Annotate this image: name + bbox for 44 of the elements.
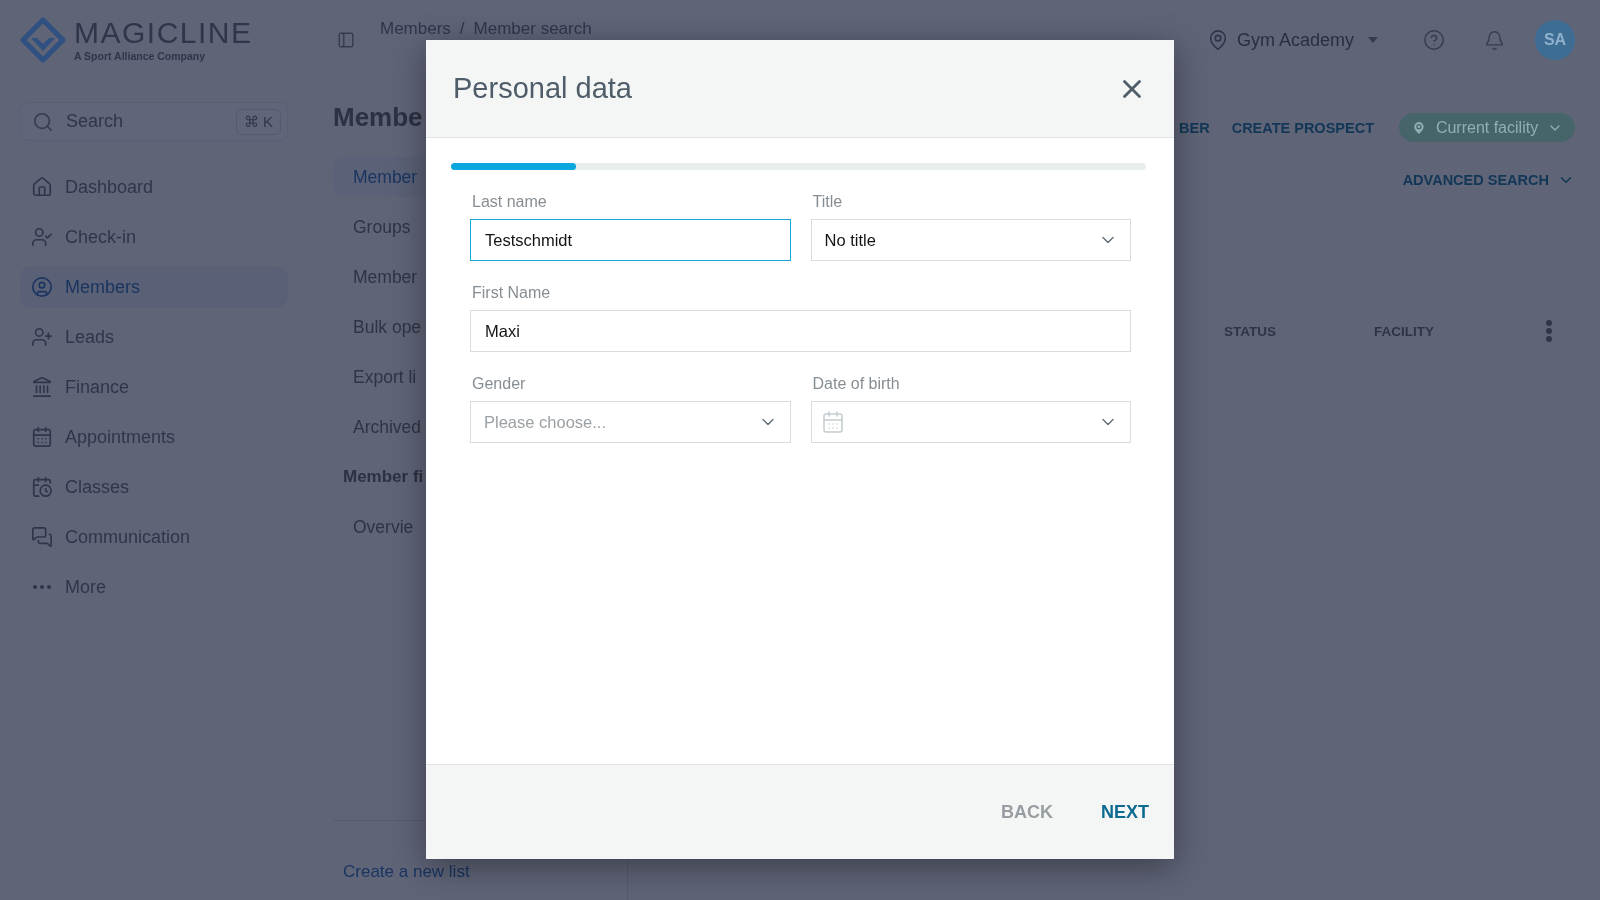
- user-check-icon: [31, 226, 53, 248]
- subnav-item[interactable]: Member: [333, 157, 426, 197]
- date-picker-field[interactable]: [810, 401, 1131, 443]
- field-label: Last name: [472, 192, 547, 212]
- chat-bubbles-icon: [31, 526, 53, 548]
- column-options-button[interactable]: [1546, 320, 1552, 342]
- help-button[interactable]: [1423, 29, 1445, 51]
- ellipsis-icon: [33, 585, 51, 589]
- user-circle-icon: [31, 276, 53, 298]
- field-label: Gender: [472, 374, 526, 394]
- advanced-search-toggle[interactable]: ADVANCED SEARCH: [1402, 171, 1575, 189]
- dialog-title: Personal data: [453, 72, 632, 105]
- calendar-icon: [820, 410, 845, 434]
- search-icon: [32, 110, 54, 133]
- sidebar-toggle-button[interactable]: [337, 31, 355, 49]
- toolbar-action-button[interactable]: BER: [1179, 119, 1210, 136]
- next-button[interactable]: NEXT: [1101, 801, 1149, 823]
- create-list-link[interactable]: Create a new list: [343, 862, 470, 882]
- home-icon: [31, 176, 53, 198]
- sidebar-toggle-icon: [337, 31, 355, 49]
- dropdown-select[interactable]: No title: [810, 219, 1131, 261]
- breadcrumb-separator: /: [459, 20, 465, 38]
- kebab-menu-icon: [1546, 320, 1552, 342]
- field-label: First Name: [472, 283, 551, 303]
- location-pin-icon: [1411, 119, 1427, 136]
- calendar-icon: [31, 426, 53, 448]
- facility-selector[interactable]: Gym Academy: [1206, 29, 1378, 51]
- toolbar-action-button[interactable]: CREATE PROSPECT: [1231, 119, 1374, 136]
- text-input[interactable]: Testschmidt: [470, 219, 791, 261]
- text-input[interactable]: Maxi: [470, 310, 1131, 352]
- field-label: Title: [812, 192, 843, 212]
- dropdown-select[interactable]: Please choose...: [470, 401, 791, 443]
- help-icon: [1423, 29, 1445, 51]
- diamond-logo-icon: [20, 17, 66, 63]
- notifications-button[interactable]: [1484, 29, 1505, 51]
- field-label: Date of birth: [812, 374, 900, 394]
- facility-filter-chip[interactable]: Current facility: [1399, 113, 1575, 142]
- bank-icon: [31, 376, 53, 398]
- bell-icon: [1484, 29, 1505, 51]
- caret-down-icon: [1368, 37, 1378, 43]
- calendar-clock-icon: [31, 476, 53, 498]
- user-avatar[interactable]: SA: [1535, 20, 1575, 60]
- sidebar-nav-item[interactable]: Members: [20, 266, 288, 308]
- user-plus-icon: [31, 326, 53, 348]
